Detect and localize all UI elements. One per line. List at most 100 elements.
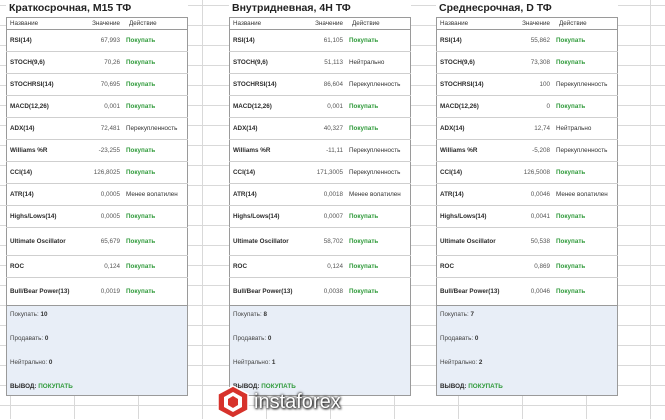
indicator-action: Нейтрально (346, 51, 411, 74)
column-header-value: Значение (85, 17, 123, 30)
indicator-value: 0,0046 (515, 277, 553, 306)
indicator-action: Перекупленность (553, 73, 618, 96)
column-header-name: Название (436, 17, 515, 30)
table-row: Bull/Bear Power(13) 0,0038 Покупать (229, 277, 411, 306)
indicator-name: STOCH(9,6) (6, 51, 85, 74)
panel-daily: Среднесрочная, D ТФ Название Значение Дейст… (436, 0, 618, 396)
indicator-value: 0,869 (515, 255, 553, 278)
indicator-name: Williams %R (6, 139, 85, 162)
indicator-value: 61,105 (308, 29, 346, 52)
table-row: Bull/Bear Power(13) 0,0046 Покупать (436, 277, 618, 306)
indicator-name: Bull/Bear Power(13) (229, 277, 308, 306)
watermark-text: instaforex (254, 390, 341, 413)
table-row: Williams %R -11,11 Перекупленность (229, 139, 411, 162)
indicator-action: Покупать (346, 95, 411, 118)
column-header-value: Значение (515, 17, 553, 30)
indicator-table: Название Значение Действие RSI(14) 61,105 Пок… (229, 17, 411, 306)
indicator-name: Ultimate Oscillator (229, 227, 308, 256)
indicator-action: Менее волатилен (346, 183, 411, 206)
table-row: MACD(12,26) 0 Покупать (436, 95, 618, 118)
table-row: CCI(14) 171,3005 Перекупленность (229, 161, 411, 184)
indicator-value: -5,208 (515, 139, 553, 162)
summary-sell: Продавать: 0 (233, 335, 272, 342)
indicator-value: 0,0046 (515, 183, 553, 206)
indicator-action: Покупать (123, 139, 188, 162)
indicator-name: Ultimate Oscillator (6, 227, 85, 256)
indicator-action: Нейтрально (553, 117, 618, 140)
indicator-name: CCI(14) (6, 161, 85, 184)
indicator-value: 0,001 (85, 95, 123, 118)
panel-m15: Краткосрочная, M15 ТФ Название Значение Дей… (6, 0, 188, 396)
indicator-name: MACD(12,26) (436, 95, 515, 118)
indicator-value: 0,0005 (85, 183, 123, 206)
summary-neutral: Нейтрально: 2 (440, 359, 483, 366)
table-header-row: Название Значение Действие (6, 17, 188, 30)
indicator-name: STOCHRSI(14) (229, 73, 308, 96)
indicator-value: 12,74 (515, 117, 553, 140)
instaforex-logo-icon (217, 385, 249, 419)
table-row: ROC 0,869 Покупать (436, 255, 618, 278)
indicator-name: Highs/Lows(14) (6, 205, 85, 228)
table-row: ATR(14) 0,0018 Менее волатилен (229, 183, 411, 206)
table-row: Highs/Lows(14) 0,0005 Покупать (6, 205, 188, 228)
indicator-action: Покупать (123, 29, 188, 52)
indicator-action: Перекупленность (346, 161, 411, 184)
summary-verdict: ВЫВОД: ПОКУПАТЬ (10, 383, 73, 390)
table-row: MACD(12,26) 0,001 Покупать (229, 95, 411, 118)
table-row: Highs/Lows(14) 0,0007 Покупать (229, 205, 411, 228)
indicator-action: Покупать (123, 73, 188, 96)
indicator-name: Williams %R (229, 139, 308, 162)
indicator-name: ADX(14) (229, 117, 308, 140)
table-row: Highs/Lows(14) 0,0041 Покупать (436, 205, 618, 228)
indicator-name: MACD(12,26) (6, 95, 85, 118)
indicator-action: Покупать (123, 227, 188, 256)
table-row: ROC 0,124 Покупать (6, 255, 188, 278)
indicator-value: 171,3005 (308, 161, 346, 184)
summary-neutral: Нейтрально: 0 (10, 359, 53, 366)
indicator-name: ROC (229, 255, 308, 278)
indicator-action: Покупать (346, 29, 411, 52)
indicator-name: Highs/Lows(14) (229, 205, 308, 228)
indicator-name: Williams %R (436, 139, 515, 162)
indicator-value: 0,0005 (85, 205, 123, 228)
summary-buy: Покупать: 7 (440, 311, 474, 318)
indicator-name: Bull/Bear Power(13) (6, 277, 85, 306)
column-header-action: Действие (346, 17, 411, 30)
table-row: CCI(14) 126,8025 Покупать (6, 161, 188, 184)
table-row: ATR(14) 0,0046 Менее волатилен (436, 183, 618, 206)
panel-title: Краткосрочная, M15 ТФ (6, 0, 188, 17)
indicator-value: 51,113 (308, 51, 346, 74)
table-row: STOCH(9,6) 70,26 Покупать (6, 51, 188, 74)
indicator-value: -23,255 (85, 139, 123, 162)
table-row: RSI(14) 61,105 Покупать (229, 29, 411, 52)
indicator-action: Менее волатилен (553, 183, 618, 206)
indicator-action: Перекупленность (123, 117, 188, 140)
indicator-value: 126,8025 (85, 161, 123, 184)
indicator-value: 73,308 (515, 51, 553, 74)
column-header-name: Название (229, 17, 308, 30)
indicator-value: 65,679 (85, 227, 123, 256)
indicator-action: Покупать (553, 277, 618, 306)
indicator-name: ROC (436, 255, 515, 278)
indicator-value: 100 (515, 73, 553, 96)
indicator-action: Покупать (553, 51, 618, 74)
indicator-name: CCI(14) (229, 161, 308, 184)
indicator-action: Покупать (553, 227, 618, 256)
indicator-name: ROC (6, 255, 85, 278)
summary-box: Покупать: 10 Продавать: 0 Нейтрально: 0 ВЫВ… (6, 306, 188, 396)
indicator-value: 0,0007 (308, 205, 346, 228)
table-row: STOCH(9,6) 51,113 Нейтрально (229, 51, 411, 74)
indicator-value: 40,327 (308, 117, 346, 140)
indicator-action: Покупать (553, 95, 618, 118)
indicator-value: 86,604 (308, 73, 346, 96)
summary-box: Покупать: 7 Продавать: 0 Нейтрально: 2 ВЫВО… (436, 306, 618, 396)
indicator-name: Ultimate Oscillator (436, 227, 515, 256)
table-row: ATR(14) 0,0005 Менее волатилен (6, 183, 188, 206)
table-row: Bull/Bear Power(13) 0,0019 Покупать (6, 277, 188, 306)
watermark-logo: instaforex (216, 384, 404, 420)
indicator-action: Менее волатилен (123, 183, 188, 206)
indicator-name: ATR(14) (436, 183, 515, 206)
indicator-value: 58,702 (308, 227, 346, 256)
table-row: CCI(14) 126,5008 Покупать (436, 161, 618, 184)
indicator-value: 50,538 (515, 227, 553, 256)
